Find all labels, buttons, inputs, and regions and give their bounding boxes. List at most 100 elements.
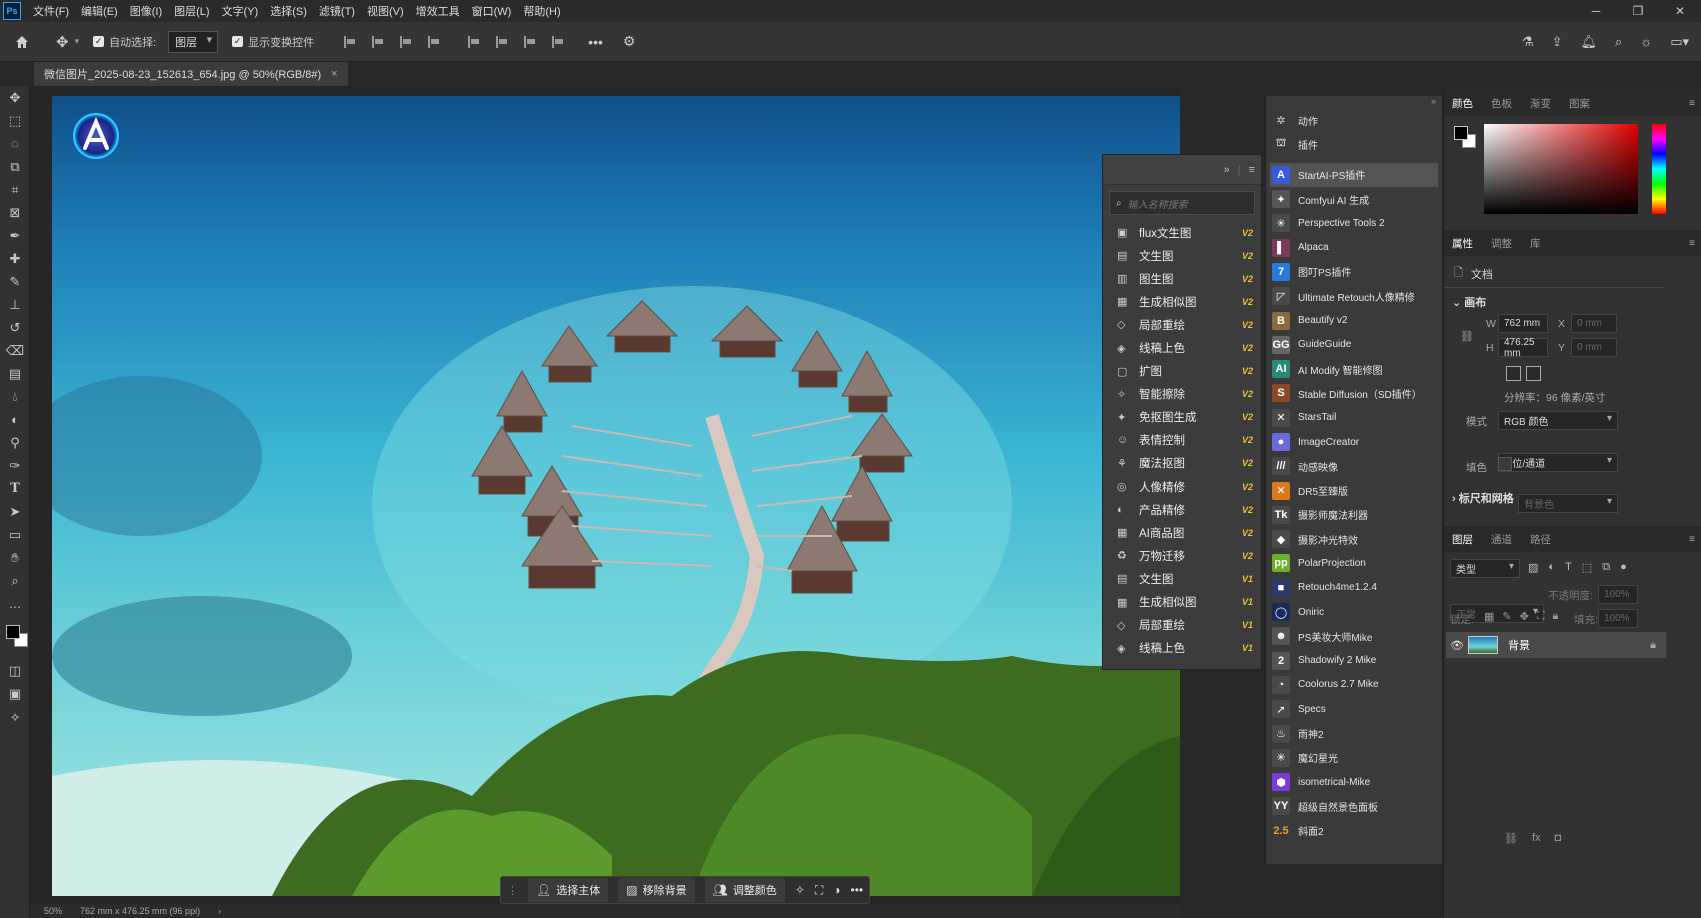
menu-plugins[interactable]: 增效工具 [410, 3, 466, 19]
adjust-color-button[interactable]: 👥︎ 调整颜色 [704, 878, 785, 902]
align-left-icon[interactable] [344, 35, 356, 48]
ai-feature-item[interactable]: ▤ 文生图 V1 [1103, 567, 1261, 590]
distribute-vertical-icon[interactable] [552, 35, 564, 48]
layer-name[interactable]: 背景 [1508, 637, 1650, 653]
marquee-tool-icon[interactable]: ⬚ [0, 109, 30, 132]
rulers-section-header[interactable]: › 标尺和网格 [1452, 490, 1514, 506]
saturation-field[interactable] [1484, 124, 1638, 214]
link-layers-icon[interactable]: ⛓ [1504, 832, 1518, 845]
history-brush-icon[interactable]: ↺ [0, 316, 30, 339]
hand-tool-icon[interactable]: ✋︎ [0, 546, 30, 569]
menu-help[interactable]: 帮助(H) [517, 3, 566, 19]
tab-channels[interactable]: 通道 [1491, 532, 1512, 547]
ai-feature-item[interactable]: ▣ flux文生图 V2 [1103, 221, 1261, 244]
plugin-item[interactable]: ✳ Perspective Tools 2 [1266, 211, 1442, 235]
crop-tool-icon[interactable]: ⌗ [0, 178, 30, 201]
align-middle-icon[interactable] [496, 35, 508, 48]
zoom-tool-icon[interactable]: ⌕ [0, 569, 30, 592]
layer-lock-icon[interactable]: 🔒︎ [1650, 639, 1656, 652]
plugin-item[interactable]: ➚ Specs [1266, 697, 1442, 721]
workspace-icon[interactable]: ▭▾ [1670, 34, 1689, 50]
filter-adjust-icon[interactable]: ◐ [1548, 561, 1555, 574]
plugin-item[interactable]: AI AI Modify 智能修图 [1266, 357, 1442, 381]
collapse-icon[interactable]: » [1224, 164, 1230, 176]
menu-file[interactable]: 文件(F) [27, 3, 75, 19]
align-bottom-icon[interactable] [524, 35, 536, 48]
plugin-item[interactable]: ✕ StarsTail [1266, 406, 1442, 430]
filter-smart-icon[interactable]: ⧉ [1602, 561, 1610, 574]
path-select-tool-icon[interactable]: ➤ [0, 500, 30, 523]
contrast-icon[interactable]: ◑ [833, 883, 840, 897]
landscape-icon[interactable] [1526, 366, 1541, 381]
fx-icon[interactable]: fx [1532, 832, 1541, 845]
menu-edit[interactable]: 编辑(E) [75, 3, 124, 19]
bell-icon[interactable]: 🔔︎ [1580, 34, 1597, 50]
plugin-item[interactable]: GG GuideGuide [1266, 333, 1442, 357]
ai-feature-item[interactable]: ⚘ 魔法抠图 V2 [1103, 452, 1261, 475]
visibility-eye-icon[interactable]: 👁︎ [1446, 639, 1468, 652]
select-subject-button[interactable]: 👤︎ 选择主体 [528, 878, 609, 902]
opacity-field[interactable]: 100% [1598, 585, 1638, 604]
menu-layer[interactable]: 图层(L) [168, 3, 215, 19]
tab-adjustments[interactable]: 调整 [1491, 236, 1512, 251]
show-transform-checkbox[interactable]: ✓ 显示变换控件 [232, 34, 314, 50]
panel-menu-icon[interactable]: ≡ [1689, 238, 1695, 249]
share-icon[interactable]: ⇪ [1552, 34, 1563, 50]
screen-mode-icon[interactable]: ▣ [0, 682, 30, 705]
plugin-item[interactable]: ✦ Comfyui AI 生成 [1266, 187, 1442, 211]
plugin-item[interactable]: ● ImageCreator [1266, 430, 1442, 454]
status-arrow-icon[interactable]: › [218, 906, 221, 916]
plugin-item[interactable]: ☻ PS美妆大师Mike [1266, 624, 1442, 648]
gradient-tool-icon[interactable]: ▤ [0, 362, 30, 385]
plugin-item[interactable]: /// 动感映像 [1266, 454, 1442, 478]
plugin-item[interactable]: ⬢ isometrical-Mike [1266, 770, 1442, 794]
ai-feature-item[interactable]: ▥ 图生图 V2 [1103, 267, 1261, 290]
ai-feature-item[interactable]: ◇ 局部重绘 V1 [1103, 614, 1261, 637]
plugin-item[interactable]: ■ Retouch4me1.2.4 [1266, 576, 1442, 600]
ai-feature-item[interactable]: ♻ 万物迁移 V2 [1103, 544, 1261, 567]
lock-paint-icon[interactable]: ✎ [1502, 610, 1511, 623]
dodge-tool-icon[interactable]: ◐ [0, 408, 30, 431]
tab-color[interactable]: 颜色 [1452, 96, 1473, 111]
y-field[interactable]: 0 mm [1571, 338, 1617, 357]
plugin-item[interactable]: ◆ 摄影冲光特效 [1266, 527, 1442, 551]
auto-select-dropdown[interactable]: 图层 [168, 30, 219, 53]
lock-pixels-icon[interactable]: ▦ [1484, 610, 1494, 623]
close-tab-icon[interactable]: × [331, 68, 337, 80]
canvas-section-header[interactable]: ⌄ 画布 [1452, 294, 1486, 310]
plugin-item[interactable]: ◯ Oniric [1266, 600, 1442, 624]
tab-gradients[interactable]: 渐变 [1530, 96, 1551, 111]
ai-feature-item[interactable]: ✧ 智能擦除 V2 [1103, 383, 1261, 406]
restore-icon[interactable]: ❐ [1617, 0, 1659, 22]
menu-select[interactable]: 选择(S) [264, 3, 313, 19]
blur-tool-icon[interactable]: 💧︎ [0, 385, 30, 408]
frame-tool-icon[interactable]: ⊠ [0, 201, 30, 224]
fill-swatch[interactable] [1498, 457, 1512, 471]
collapse-icon[interactable]: » [1266, 96, 1442, 108]
filter-toggle-icon[interactable]: ● [1620, 561, 1627, 574]
plugin-item[interactable]: Tk 摄影师魔法利器 [1266, 503, 1442, 527]
ai-feature-item[interactable]: ◎ 人像精修 V2 [1103, 475, 1261, 498]
plugin-item[interactable]: B Beautify v2 [1266, 308, 1442, 332]
plugin-item[interactable]: 7 图叮PS插件 [1266, 260, 1442, 284]
distribute-icon[interactable] [428, 35, 440, 48]
stamp-tool-icon[interactable]: ⊥ [0, 293, 30, 316]
move-tool-icon[interactable]: ✥ [0, 86, 30, 109]
zoom-lens-icon[interactable]: ⚲ [0, 431, 30, 454]
color-swatches[interactable] [0, 615, 29, 659]
tab-paths[interactable]: 路径 [1530, 532, 1551, 547]
add-mask-icon[interactable]: ◘ [1555, 832, 1562, 845]
home-icon[interactable] [14, 34, 30, 50]
plugin-item[interactable]: ◸ Ultimate Retouch人像精修 [1266, 284, 1442, 308]
plugin-item[interactable]: ▌ Alpaca [1266, 235, 1442, 259]
auto-select-checkbox[interactable]: ✓ 自动选择: [93, 34, 156, 50]
plugin-item[interactable]: ♨ 雨神2 [1266, 721, 1442, 745]
fill-dropdown[interactable]: 背景色 [1518, 494, 1618, 513]
filter-type-icon[interactable]: T [1565, 561, 1572, 574]
ai-feature-item[interactable]: ▦ 生成相似图 V1 [1103, 591, 1261, 614]
hue-slider[interactable] [1652, 124, 1666, 214]
drag-handle-icon[interactable]: ⋮ [507, 884, 518, 897]
plugin-item[interactable]: 2.5 斜面2 [1266, 819, 1442, 843]
plugin-item[interactable]: A StartAI-PS插件 [1270, 162, 1438, 187]
more-icon[interactable]: ••• [851, 883, 864, 897]
